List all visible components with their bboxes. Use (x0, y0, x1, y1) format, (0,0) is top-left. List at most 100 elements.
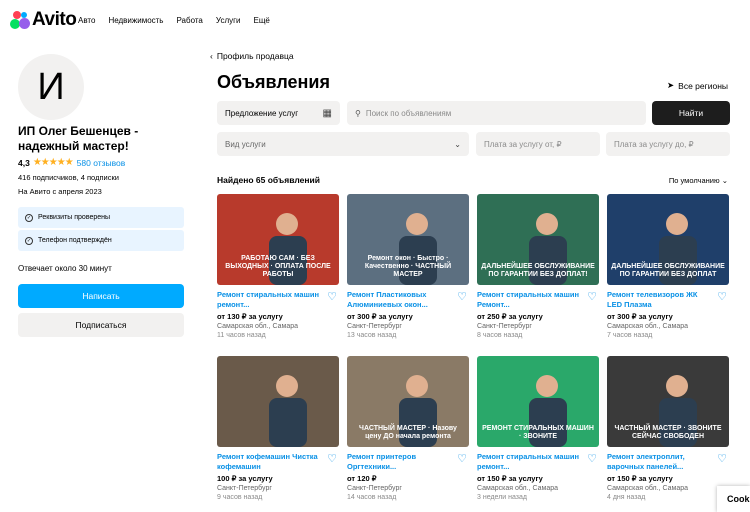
reply-time: Отвечает около 30 минут (18, 264, 112, 273)
avito-logo[interactable]: Avito (10, 9, 77, 31)
listing-title[interactable]: Ремонт принтеров Оргтехники... (347, 452, 452, 472)
listing-image[interactable]: ДАЛЬНЕЙШЕЕ ОБСЛУЖИВАНИЕ ПО ГАРАНТИИ БЕЗ … (477, 194, 599, 285)
reviews-link[interactable]: 580 отзывов (77, 158, 126, 168)
listing-location: Самарская обл., Самара (607, 323, 688, 330)
service-type-value: Вид услуги (225, 139, 266, 149)
rating-value: 4,3 (18, 157, 30, 168)
listing-price: от 150 ₽ за услугу (607, 474, 673, 483)
listing-time: 13 часов назад (347, 332, 397, 339)
photo-person-body (269, 398, 307, 447)
service-type-select[interactable]: Вид услуги ⌄ (217, 132, 469, 156)
nav-item-more[interactable]: Ещё (254, 16, 270, 25)
photo-person-head (276, 375, 298, 397)
search-placeholder: Поиск по объявлениям (365, 108, 452, 118)
sort-dropdown[interactable]: По умолчанию ⌄ (669, 176, 728, 185)
listing-title[interactable]: Ремонт электроплит, варочных панелей... (607, 452, 712, 472)
listing-title[interactable]: Ремонт стиральных машин Ремонт... (477, 290, 582, 310)
favorite-heart-icon[interactable]: ♡ (587, 290, 597, 303)
listing-time: 4 дня назад (607, 494, 646, 501)
listing-card[interactable]: Ремонт кофемашин Чистка кофемашин ♡ 100 ₽ … (217, 356, 339, 501)
price-from-placeholder: Плата за услугу от, ₽ (484, 139, 562, 149)
price-from-input[interactable]: Плата за услугу от, ₽ (476, 132, 600, 156)
listing-card[interactable]: ЧАСТНЫЙ МАСТЕР · Назову цену ДО начала р… (347, 356, 469, 501)
favorite-heart-icon[interactable]: ♡ (717, 452, 727, 465)
write-button[interactable]: Написать (18, 284, 184, 308)
listing-time: 7 часов назад (607, 332, 653, 339)
listing-card[interactable]: РЕМОНТ СТИРАЛЬНЫХ МАШИН · ЗВОНИТЕ Ремонт … (477, 356, 599, 501)
nav-item-auto[interactable]: Авто (78, 16, 95, 25)
favorite-heart-icon[interactable]: ♡ (457, 290, 467, 303)
listing-location: Санкт-Петербург (347, 485, 402, 492)
listing-title[interactable]: Ремонт телевизоров ЖК LED Плазма (607, 290, 712, 310)
top-navigation: Avito Авто Недвижимость Работа Услуги Ещ… (0, 0, 750, 40)
listing-price: от 120 ₽ (347, 474, 377, 483)
back-to-profile-link[interactable]: ‹ Профиль продавца (210, 51, 294, 61)
listing-card[interactable]: ПросмотреноРАБОТАЮ САМ · БЕЗ ВЫХОДНЫХ · … (217, 194, 339, 339)
logo-text: Avito (32, 9, 77, 30)
verified-docs-badge: ✓ Реквизиты проверены (18, 207, 184, 228)
favorite-heart-icon[interactable]: ♡ (327, 290, 337, 303)
regions-selector[interactable]: ➤ Все регионы (667, 80, 728, 91)
search-input[interactable]: ⚲ Поиск по объявлениям (347, 101, 646, 125)
price-to-placeholder: Плата за услугу до, ₽ (614, 139, 694, 149)
member-since: На Авито с апреля 2023 (18, 187, 102, 196)
favorite-heart-icon[interactable]: ♡ (587, 452, 597, 465)
subscribe-button[interactable]: Подписаться (18, 313, 184, 337)
sort-label: По умолчанию (668, 176, 720, 185)
check-circle-icon: ✓ (25, 236, 33, 245)
listing-image[interactable]: ЧАСТНЫЙ МАСТЕР · ЗВОНИТЕ СЕЙЧАС СВОБОДЕН (607, 356, 729, 447)
verified-phone-badge: ✓ Телефон подтверждён (18, 230, 184, 251)
listing-image[interactable] (217, 356, 339, 447)
listing-title[interactable]: Ремонт стиральных машин ремонт... (217, 290, 322, 310)
favorite-heart-icon[interactable]: ♡ (327, 452, 337, 465)
seller-name: ИП Олег Бешенцев - надежный мастер! (18, 124, 139, 153)
listing-image[interactable]: Ремонт окон · Быстро · Качественно · ЧАС… (347, 194, 469, 285)
chevron-down-icon: ⌄ (721, 176, 728, 185)
logo-dots-icon (10, 10, 30, 30)
listing-overlay-text: ДАЛЬНЕЙШЕЕ ОБСЛУЖИВАНИЕ ПО ГАРАНТИИ БЕЗ … (481, 263, 595, 278)
price-to-input[interactable]: Плата за услугу до, ₽ (606, 132, 730, 156)
chevron-left-icon: ‹ (210, 51, 213, 61)
listing-overlay-text: ЧАСТНЫЙ МАСТЕР · ЗВОНИТЕ СЕЙЧАС СВОБОДЕН (614, 425, 722, 440)
page-title: Объявления (217, 72, 330, 92)
chevron-down-icon: ⌄ (454, 139, 461, 149)
listing-overlay-text: ЧАСТНЫЙ МАСТЕР · Назову цену ДО начала р… (359, 425, 457, 440)
listing-image[interactable]: ПросмотреноДАЛЬНЕЙШЕЕ ОБСЛУЖИВАНИЕ ПО ГА… (607, 194, 729, 285)
category-select[interactable]: Предложение услуг ▦ (217, 101, 340, 125)
find-button[interactable]: Найти (652, 101, 730, 125)
listing-price: 100 ₽ за услугу (217, 474, 273, 483)
listing-location: Санкт-Петербург (217, 485, 272, 492)
regions-label: Все регионы (678, 80, 728, 91)
listing-location: Самарская обл., Самара (607, 485, 688, 492)
listing-card[interactable]: ДАЛЬНЕЙШЕЕ ОБСЛУЖИВАНИЕ ПО ГАРАНТИИ БЕЗ … (477, 194, 599, 339)
listing-title[interactable]: Ремонт кофемашин Чистка кофемашин (217, 452, 322, 472)
location-arrow-icon: ➤ (667, 80, 675, 90)
listing-title[interactable]: Ремонт стиральных машин ремонт... (477, 452, 582, 472)
listing-time: 11 часов назад (217, 332, 266, 339)
nav-item-services[interactable]: Услуги (216, 16, 241, 25)
listing-card[interactable]: Ремонт окон · Быстро · Качественно · ЧАС… (347, 194, 469, 339)
listing-location: Санкт-Петербург (347, 323, 402, 330)
nav-item-jobs[interactable]: Работа (176, 16, 202, 25)
listing-image[interactable]: ПросмотреноРАБОТАЮ САМ · БЕЗ ВЫХОДНЫХ · … (217, 194, 339, 285)
cookie-banner[interactable]: Cook (717, 486, 750, 512)
favorite-heart-icon[interactable]: ♡ (457, 452, 467, 465)
listing-title[interactable]: Ремонт Пластиковых Алюминиевых окон... (347, 290, 452, 310)
listing-image[interactable]: РЕМОНТ СТИРАЛЬНЫХ МАШИН · ЗВОНИТЕ (477, 356, 599, 447)
rating-row: 4,3 ★★★★★ 580 отзывов (18, 157, 125, 168)
listing-card[interactable]: ЧАСТНЫЙ МАСТЕР · ЗВОНИТЕ СЕЙЧАС СВОБОДЕН… (607, 356, 729, 501)
results-count: Найдено 65 объявлений (217, 175, 320, 185)
listing-price: от 300 ₽ за услугу (347, 312, 413, 321)
listing-time: 14 часов назад (347, 494, 397, 501)
listing-location: Санкт-Петербург (477, 323, 532, 330)
listing-image[interactable]: ЧАСТНЫЙ МАСТЕР · Назову цену ДО начала р… (347, 356, 469, 447)
main-nav: Авто Недвижимость Работа Услуги Ещё (78, 16, 270, 25)
listing-card[interactable]: ПросмотреноДАЛЬНЕЙШЕЕ ОБСЛУЖИВАНИЕ ПО ГА… (607, 194, 729, 339)
listing-price: от 300 ₽ за услугу (607, 312, 673, 321)
listing-price: от 150 ₽ за услугу (477, 474, 543, 483)
listing-overlay-text: ДАЛЬНЕЙШЕЕ ОБСЛУЖИВАНИЕ ПО ГАРАНТИИ БЕЗ … (611, 263, 725, 278)
nav-item-realty[interactable]: Недвижимость (108, 16, 163, 25)
listing-overlay-text: Ремонт окон · Быстро · Качественно · ЧАС… (364, 255, 452, 278)
favorite-heart-icon[interactable]: ♡ (717, 290, 727, 303)
search-icon: ⚲ (355, 108, 361, 118)
